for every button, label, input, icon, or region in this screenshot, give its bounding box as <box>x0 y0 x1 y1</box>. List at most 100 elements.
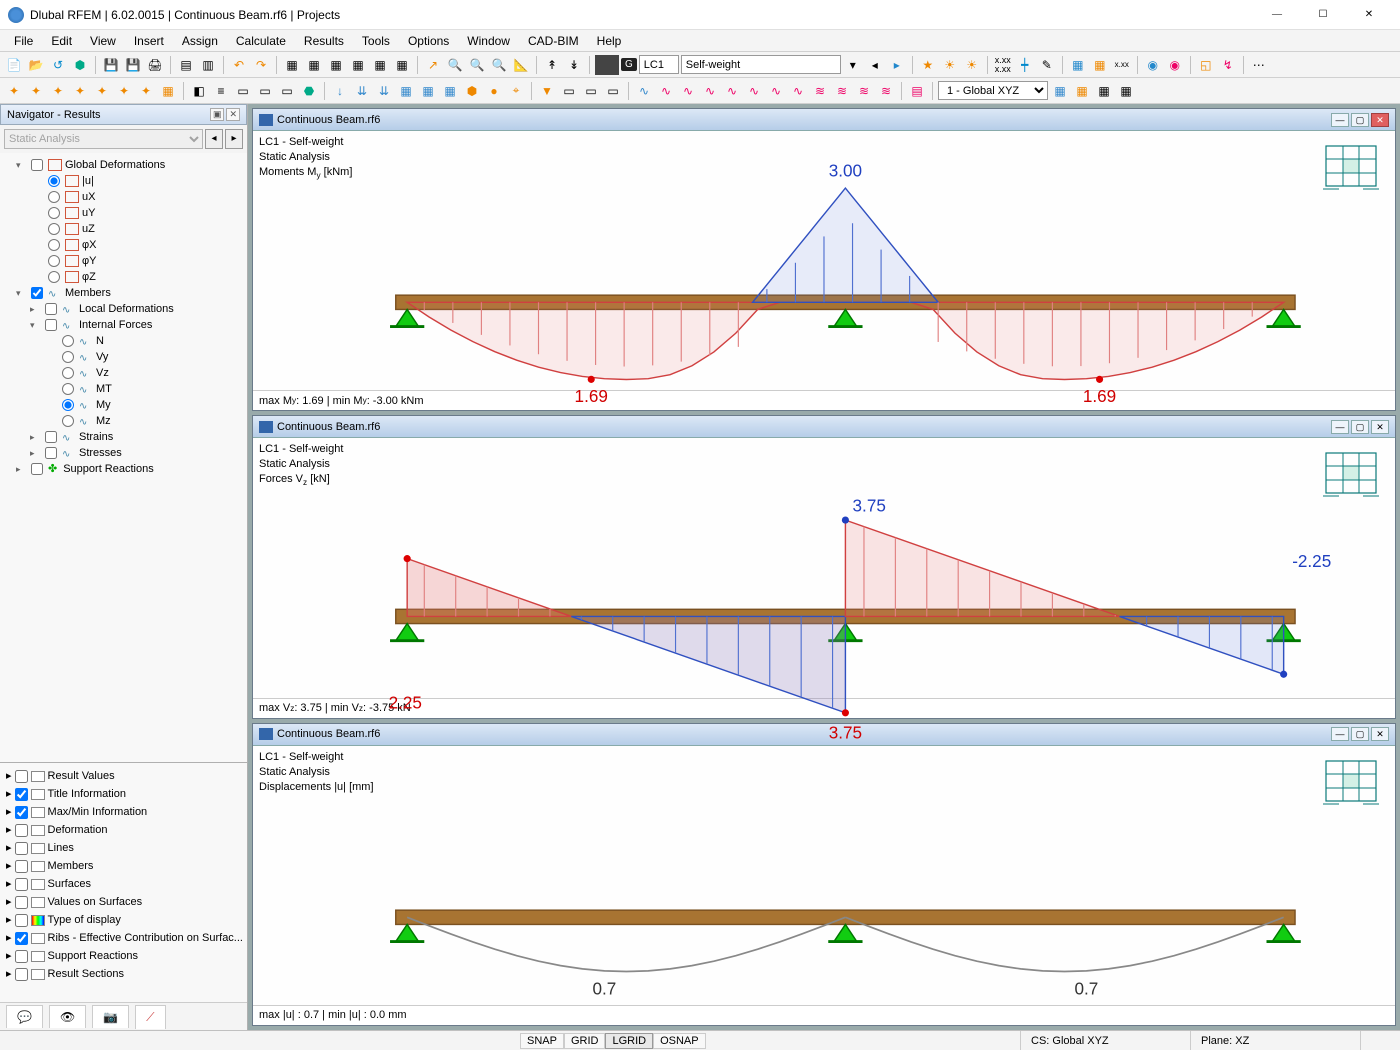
menu-file[interactable]: File <box>6 32 41 50</box>
r6-icon[interactable]: ∿ <box>744 81 764 101</box>
bar-icon[interactable] <box>595 55 619 75</box>
radio-My[interactable] <box>62 399 74 411</box>
disp-opt-6[interactable]: Surfaces <box>48 876 91 892</box>
n5-icon[interactable]: ✦ <box>92 81 112 101</box>
snap-grid[interactable]: GRID <box>564 1033 606 1049</box>
radio-φZ[interactable] <box>48 271 60 283</box>
chk-disp-1[interactable] <box>15 788 28 801</box>
analysis-next-icon[interactable]: ▸ <box>225 129 243 149</box>
view2-icon[interactable]: ▦ <box>1090 55 1110 75</box>
r12-icon[interactable]: ≋ <box>876 81 896 101</box>
lc-prev-icon[interactable]: ◂ <box>865 55 885 75</box>
tree-item-uZ[interactable]: uZ <box>82 221 95 237</box>
m4-icon[interactable]: ▭ <box>255 81 275 101</box>
m5-icon[interactable]: ▭ <box>277 81 297 101</box>
cs-btn2-icon[interactable]: ▦ <box>1072 81 1092 101</box>
menu-insert[interactable]: Insert <box>126 32 172 50</box>
r8-icon[interactable]: ∿ <box>788 81 808 101</box>
b2-icon[interactable]: ┿ <box>1015 55 1035 75</box>
lc-next-icon[interactable]: ▸ <box>887 55 907 75</box>
ld1-icon[interactable]: ↓ <box>330 81 350 101</box>
panel-close-icon[interactable]: ✕ <box>226 108 240 121</box>
cs-btn-icon[interactable]: ▦ <box>1050 81 1070 101</box>
tree-item-My[interactable]: My <box>96 397 111 413</box>
panel-float-icon[interactable]: ▣ <box>210 108 225 121</box>
chk-disp-6[interactable] <box>15 878 28 891</box>
menu-edit[interactable]: Edit <box>43 32 80 50</box>
analysis-prev-icon[interactable]: ◂ <box>205 129 223 149</box>
snap-snap[interactable]: SNAP <box>520 1033 564 1049</box>
new-icon[interactable]: 📄 <box>4 55 24 75</box>
disp-opt-1[interactable]: Title Information <box>48 786 126 802</box>
filter-icon[interactable]: ★ <box>918 55 938 75</box>
yz-icon[interactable]: ☀ <box>962 55 982 75</box>
menu-cadbim[interactable]: CAD-BIM <box>520 32 587 50</box>
tree-item-|u|[interactable]: |u| <box>82 173 94 189</box>
r7-icon[interactable]: ∿ <box>766 81 786 101</box>
disp-opt-11[interactable]: Result Sections <box>48 966 124 982</box>
zoom2-icon[interactable]: 🔍 <box>467 55 487 75</box>
a2-icon[interactable]: ◉ <box>1165 55 1185 75</box>
radio-uY[interactable] <box>48 207 60 219</box>
n4-icon[interactable]: ✦ <box>70 81 90 101</box>
m1-icon[interactable]: ◧ <box>189 81 209 101</box>
radio-|u|[interactable] <box>48 175 60 187</box>
ld8-icon[interactable]: ● <box>484 81 504 101</box>
zoom4-icon[interactable]: 📐 <box>511 55 531 75</box>
chk-disp-2[interactable] <box>15 806 28 819</box>
table2-icon[interactable]: ▦ <box>304 55 324 75</box>
view3-icon[interactable]: x.xx <box>1112 55 1132 75</box>
r1-icon[interactable]: ∿ <box>634 81 654 101</box>
zoom3-icon[interactable]: 🔍 <box>489 55 509 75</box>
tree-item-uY[interactable]: uY <box>82 205 95 221</box>
r5-icon[interactable]: ∿ <box>722 81 742 101</box>
zoom-icon[interactable]: 🔍 <box>445 55 465 75</box>
lc-name-field[interactable] <box>681 55 841 74</box>
tree-item-N[interactable]: N <box>96 333 104 349</box>
chk-global-def[interactable] <box>31 159 43 171</box>
ld6-icon[interactable]: ▦ <box>440 81 460 101</box>
chk-disp-10[interactable] <box>15 950 28 963</box>
table5-icon[interactable]: ▦ <box>370 55 390 75</box>
m3-icon[interactable]: ▭ <box>233 81 253 101</box>
disp-opt-7[interactable]: Values on Surfaces <box>48 894 143 910</box>
maximize-button[interactable]: ☐ <box>1300 0 1346 30</box>
view-min-icon[interactable]: — <box>1331 113 1349 127</box>
radio-φY[interactable] <box>48 255 60 267</box>
r10-icon[interactable]: ≋ <box>832 81 852 101</box>
n3-icon[interactable]: ✦ <box>48 81 68 101</box>
view-max-icon[interactable]: ▢ <box>1351 113 1369 127</box>
arrow-icon[interactable]: ↗ <box>423 55 443 75</box>
cs-btn4-icon[interactable]: ▦ <box>1116 81 1136 101</box>
chk-disp-3[interactable] <box>15 824 28 837</box>
radio-MT[interactable] <box>62 383 74 395</box>
disp-opt-5[interactable]: Members <box>48 858 94 874</box>
doc2-icon[interactable]: ▥ <box>198 55 218 75</box>
tree-item-uX[interactable]: uX <box>82 189 95 205</box>
table4-icon[interactable]: ▦ <box>348 55 368 75</box>
chk-local-def[interactable] <box>45 303 57 315</box>
lc-dropdown-icon[interactable]: ▾ <box>843 55 863 75</box>
n8-icon[interactable]: ▦ <box>158 81 178 101</box>
r9-icon[interactable]: ≋ <box>810 81 830 101</box>
minimize-button[interactable]: — <box>1254 0 1300 30</box>
view-header[interactable]: Continuous Beam.rf6 —▢✕ <box>253 109 1395 131</box>
a1-icon[interactable]: ◉ <box>1143 55 1163 75</box>
imp-icon[interactable]: ↯ <box>1218 55 1238 75</box>
menu-view[interactable]: View <box>82 32 124 50</box>
end-icon[interactable]: ⋯ <box>1249 55 1269 75</box>
menu-results[interactable]: Results <box>296 32 352 50</box>
radio-Mz[interactable] <box>62 415 74 427</box>
radio-uX[interactable] <box>48 191 60 203</box>
chk-members[interactable] <box>31 287 43 299</box>
results-tree[interactable]: ▾Global Deformations |u|uXuYuZφXφYφZ ▾∿M… <box>0 153 247 762</box>
disp-opt-2[interactable]: Max/Min Information <box>48 804 148 820</box>
disp-opt-9[interactable]: Ribs - Effective Contribution on Surfac.… <box>48 930 243 946</box>
tree-global-def[interactable]: Global Deformations <box>65 157 165 173</box>
chk-support[interactable] <box>31 463 43 475</box>
saveall-icon[interactable]: 💾 <box>123 55 143 75</box>
analysis-select[interactable]: Static Analysis <box>4 129 203 149</box>
menu-tools[interactable]: Tools <box>354 32 398 50</box>
cs-btn3-icon[interactable]: ▦ <box>1094 81 1114 101</box>
reload-icon[interactable]: ↺ <box>48 55 68 75</box>
